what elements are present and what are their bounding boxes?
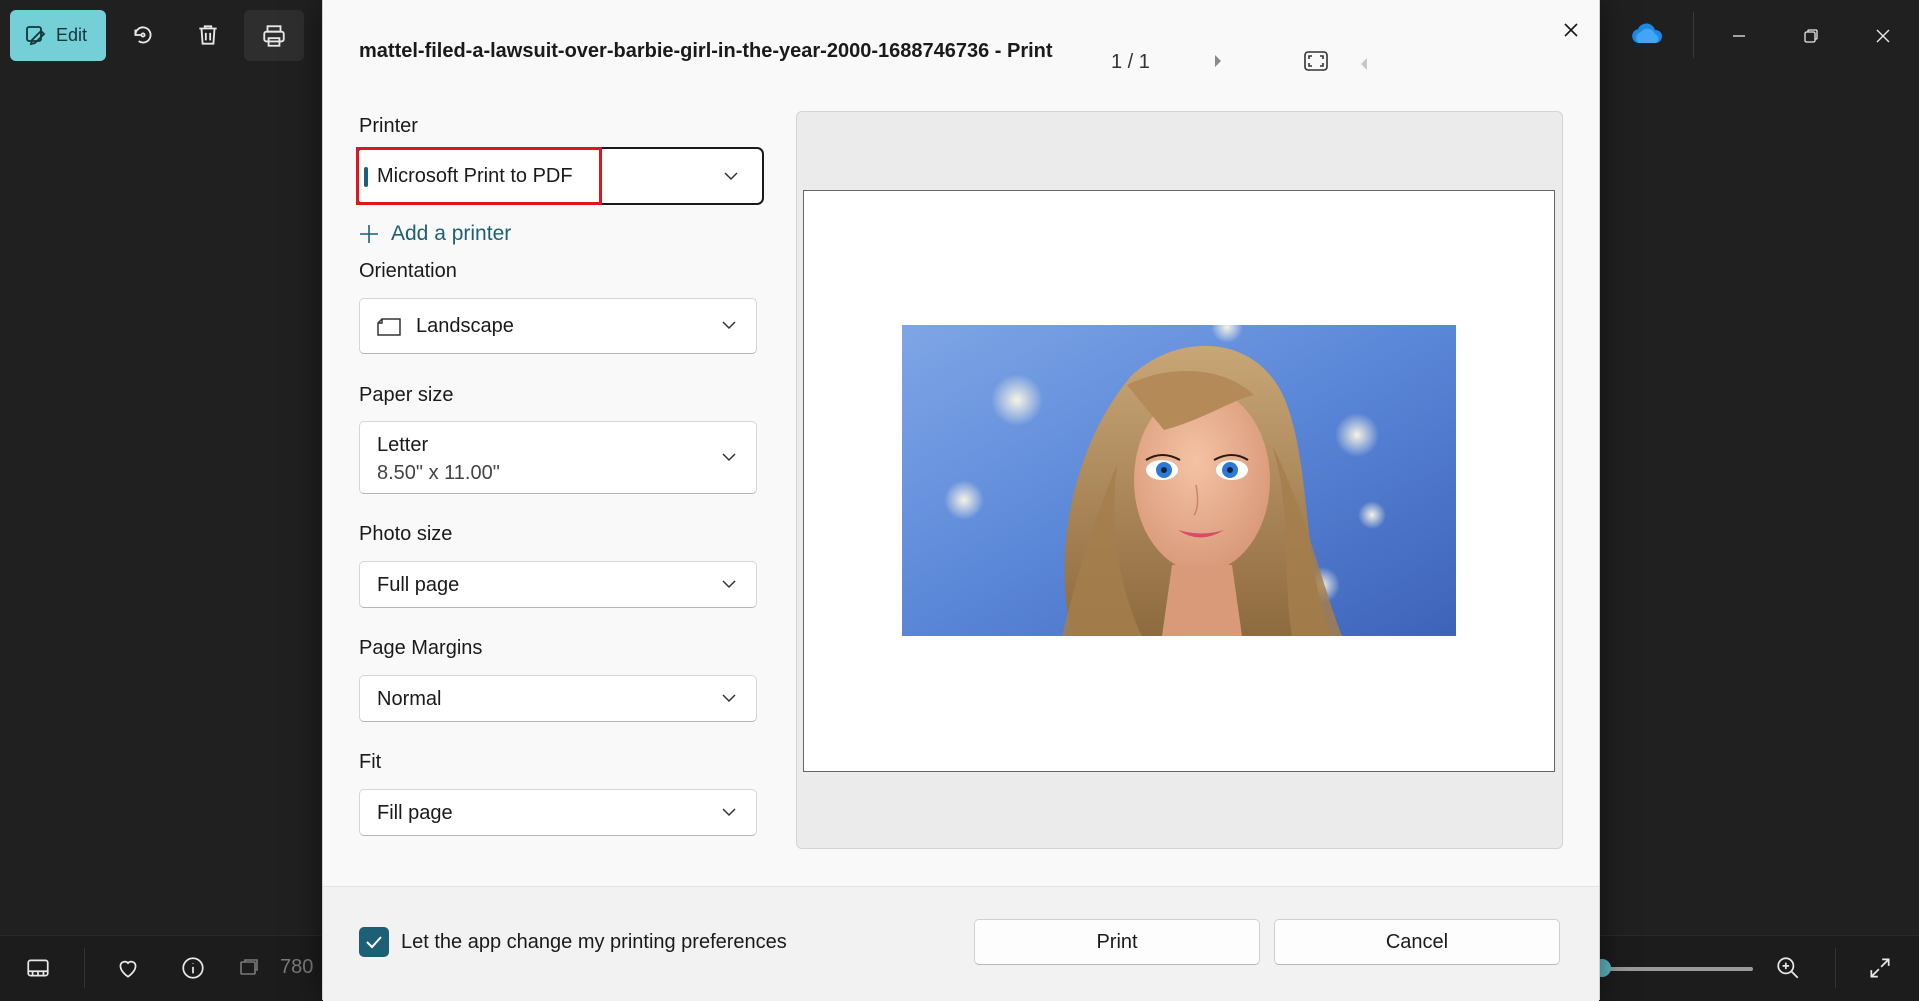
page-indicator: 1 / 1 xyxy=(1111,51,1150,73)
close-icon xyxy=(1564,23,1578,37)
print-toolbar-button[interactable] xyxy=(244,10,304,61)
preferences-checkbox-label[interactable]: Let the app change my printing preferenc… xyxy=(401,931,787,954)
paper-size-select[interactable]: Letter 8.50" x 11.00" xyxy=(359,421,757,494)
window-controls xyxy=(1703,0,1919,72)
add-printer-label: Add a printer xyxy=(391,222,512,245)
printer-label: Printer xyxy=(359,115,418,137)
close-icon xyxy=(1876,29,1890,43)
restore-icon xyxy=(1804,29,1818,43)
photo-size-select-value: Full page xyxy=(377,574,460,596)
favorite-heart-icon[interactable] xyxy=(112,952,144,984)
print-dialog: mattel-filed-a-lawsuit-over-barbie-girl-… xyxy=(322,0,1600,1001)
divider xyxy=(1693,12,1694,58)
image-dimensions-text: 780 xyxy=(280,956,314,978)
delete-icon[interactable] xyxy=(191,18,225,52)
landscape-page-icon xyxy=(377,318,401,336)
dialog-title: mattel-filed-a-lawsuit-over-barbie-girl-… xyxy=(359,40,1053,62)
previous-page-icon[interactable] xyxy=(1356,54,1372,74)
chevron-down-icon xyxy=(722,807,736,816)
divider xyxy=(84,948,85,988)
minimize-icon xyxy=(1733,35,1745,37)
zoom-slider-track[interactable] xyxy=(1600,967,1753,971)
dialog-footer: Let the app change my printing preferenc… xyxy=(323,886,1599,1001)
preferences-checkbox[interactable] xyxy=(359,927,389,957)
chevron-down-icon xyxy=(722,579,736,588)
checkmark-icon xyxy=(366,936,382,949)
highlight-box xyxy=(356,147,602,205)
filmstrip-icon[interactable] xyxy=(22,952,54,984)
rotate-icon[interactable] xyxy=(126,18,160,52)
page-margins-label: Page Margins xyxy=(359,637,483,659)
chevron-down-icon xyxy=(722,452,736,461)
photo-size-select[interactable]: Full page xyxy=(359,561,757,608)
fullscreen-expand-icon[interactable] xyxy=(1864,952,1896,984)
paper-size-dimensions: 8.50" x 11.00" xyxy=(377,462,500,484)
chevron-down-icon xyxy=(722,693,736,702)
fit-select-value: Fill page xyxy=(377,802,453,824)
divider xyxy=(1835,948,1836,988)
next-page-icon[interactable] xyxy=(1213,54,1223,73)
orientation-select-value: Landscape xyxy=(416,315,514,337)
minimize-button[interactable] xyxy=(1703,0,1775,72)
restore-button[interactable] xyxy=(1775,0,1847,72)
orientation-label: Orientation xyxy=(359,260,457,282)
edit-button-label: Edit xyxy=(56,25,88,45)
chevron-down-icon xyxy=(722,321,736,330)
fit-label: Fit xyxy=(359,751,382,773)
zoom-in-icon[interactable] xyxy=(1772,952,1804,984)
edit-button[interactable]: Edit xyxy=(10,10,106,61)
image-size-icon xyxy=(237,952,261,984)
cancel-button[interactable]: Cancel xyxy=(1274,919,1560,965)
onedrive-cloud-icon[interactable] xyxy=(1630,22,1664,51)
plus-icon xyxy=(360,225,378,243)
fit-select[interactable]: Fill page xyxy=(359,789,757,836)
dialog-close-button[interactable] xyxy=(1553,12,1589,48)
fit-to-window-icon[interactable] xyxy=(1303,50,1329,77)
chevron-down-icon xyxy=(724,172,738,181)
close-window-button[interactable] xyxy=(1847,0,1919,72)
photo-size-label: Photo size xyxy=(359,523,453,545)
preview-photo xyxy=(902,325,1456,636)
info-icon[interactable] xyxy=(177,952,209,984)
paper-size-select-value: Letter xyxy=(377,434,429,456)
paper-size-label: Paper size xyxy=(359,384,454,406)
edit-image-icon xyxy=(26,25,46,45)
print-button[interactable]: Print xyxy=(974,919,1260,965)
page-margins-select[interactable]: Normal xyxy=(359,675,757,722)
printer-icon xyxy=(263,24,285,47)
page-margins-select-value: Normal xyxy=(377,688,442,710)
add-printer-link[interactable]: Add a printer xyxy=(359,222,511,246)
orientation-select[interactable]: Landscape xyxy=(359,298,757,354)
